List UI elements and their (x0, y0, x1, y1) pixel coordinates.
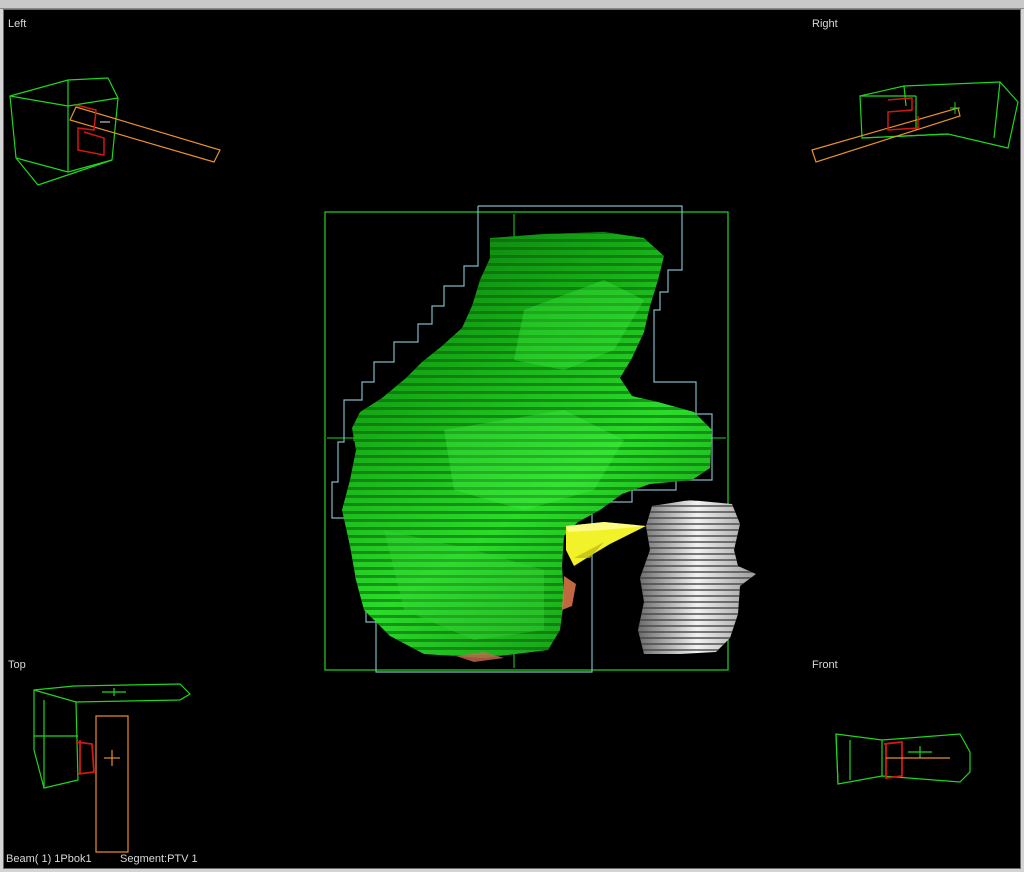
ptv-volume (342, 232, 712, 658)
yellow-structure (566, 522, 646, 566)
mlc-leaf-outline (331, 205, 713, 673)
window-top-border (0, 0, 1024, 9)
field-crosshair-ticks (353, 249, 700, 631)
left-orientation-view[interactable] (4, 10, 234, 200)
right-structure-outline (887, 97, 919, 131)
view-label-top: Top (8, 659, 26, 671)
left-patient-wireframe (9, 77, 119, 186)
view-label-right: Right (812, 18, 838, 30)
beam-status-text: Beam( 1) 1Pbok1 (6, 853, 92, 865)
right-isocenter-marker (950, 102, 960, 114)
front-structure-outline (883, 740, 903, 780)
front-patient-wireframe (835, 733, 971, 785)
segment-status-text: Segment:PTV 1 (120, 853, 198, 865)
right-beam-field (811, 107, 961, 163)
field-centre-crosshair (327, 214, 726, 668)
right-patient-wireframe (859, 81, 1019, 149)
beams-eye-view-viewport[interactable]: Left Right Top Front Beam( 1) 1Pbok1 Seg… (3, 9, 1021, 869)
top-patient-wireframe (33, 683, 191, 789)
field-jaw-outline (324, 211, 729, 671)
white-structure (638, 500, 756, 654)
top-beam-field (95, 715, 129, 853)
top-structure-outline (75, 740, 95, 775)
orange-structure (456, 576, 576, 662)
left-structure-outline (75, 104, 105, 156)
view-label-front: Front (812, 659, 838, 671)
